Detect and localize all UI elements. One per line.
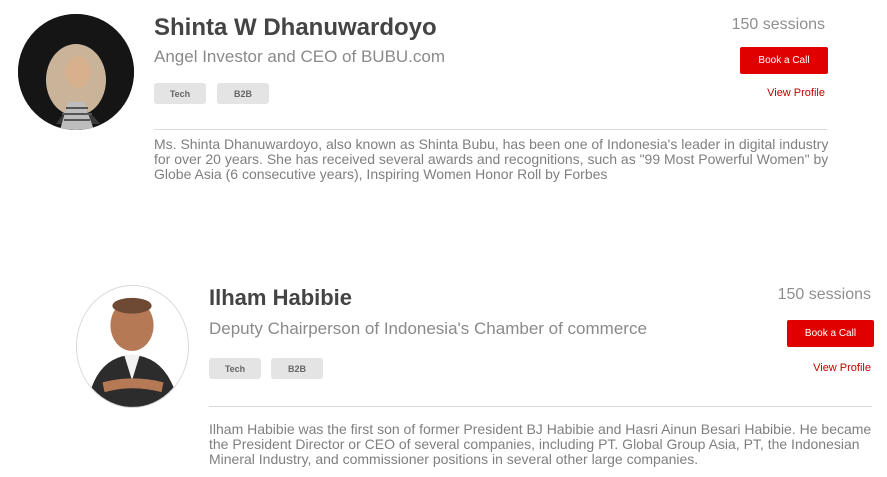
- session-count: 150 sessions: [777, 286, 871, 303]
- avatar[interactable]: [18, 14, 134, 130]
- book-call-button[interactable]: Book a Call: [787, 320, 874, 347]
- view-profile-link[interactable]: View Profile: [725, 87, 825, 99]
- mentor-name[interactable]: Ilham Habibie: [209, 285, 352, 311]
- mentor-title: Deputy Chairperson of Indonesia's Chambe…: [209, 319, 647, 338]
- book-call-button[interactable]: Book a Call: [740, 47, 828, 74]
- tag-b2b[interactable]: B2B: [271, 358, 323, 379]
- tag-b2b[interactable]: B2B: [217, 83, 269, 104]
- divider: [154, 129, 827, 130]
- tag-tech[interactable]: Tech: [154, 83, 206, 104]
- mentor-bio: Ms. Shinta Dhanuwardoyo, also known as S…: [154, 136, 829, 182]
- mentor-bio: Ilham Habibie was the first son of forme…: [209, 421, 872, 467]
- view-profile-link[interactable]: View Profile: [771, 362, 871, 374]
- divider: [209, 406, 872, 407]
- avatar[interactable]: [76, 285, 189, 408]
- mentor-name[interactable]: Shinta W Dhanuwardoyo: [154, 14, 437, 42]
- mentor-title: Angel Investor and CEO of BUBU.com: [154, 47, 446, 66]
- session-count: 150 sessions: [731, 16, 825, 33]
- tag-tech[interactable]: Tech: [209, 358, 261, 379]
